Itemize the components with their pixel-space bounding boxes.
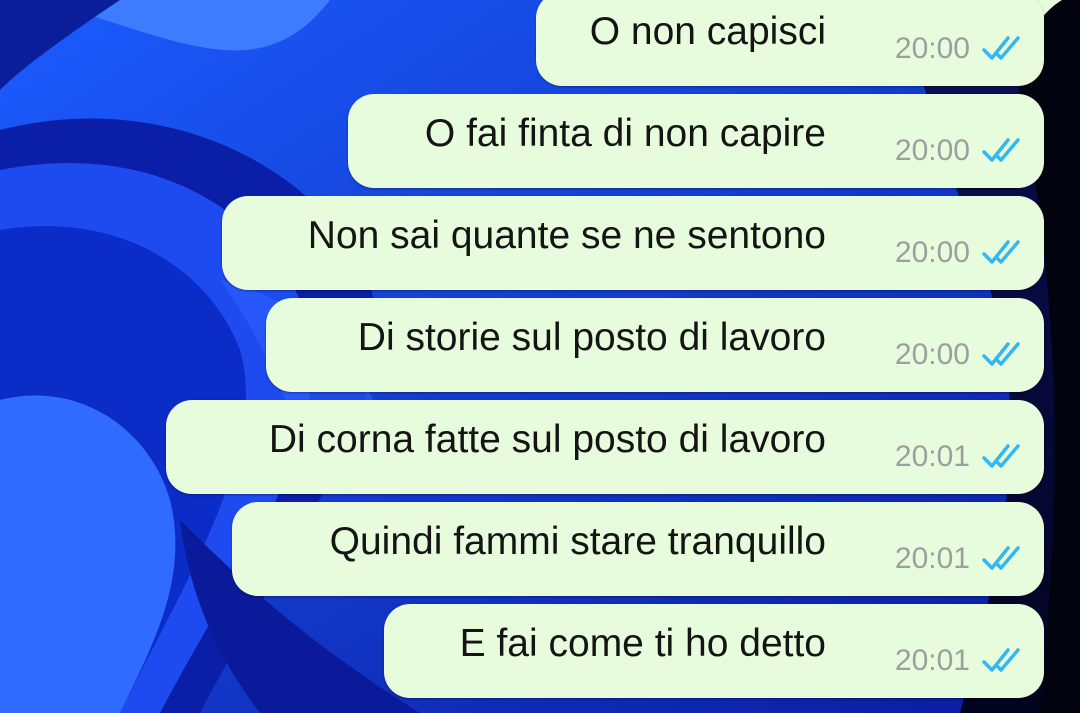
message-bubble[interactable]: Quindi fammi stare tranquillo 20:01 [232, 502, 1044, 596]
message-time: 20:00 [894, 134, 970, 167]
message-bubble[interactable]: Di corna fatte sul posto di lavoro 20:01 [166, 400, 1044, 494]
chat-list[interactable]: O non capisci 20:00 O fai finta di non c… [0, 0, 1080, 713]
message-bubble[interactable]: Non sai quante se ne sentono 20:00 [222, 196, 1044, 290]
message-text: Quindi fammi stare tranquillo [329, 520, 826, 563]
message-time: 20:00 [894, 236, 970, 269]
double-check-icon [982, 444, 1020, 468]
message-time: 20:01 [894, 440, 970, 473]
double-check-icon [982, 342, 1020, 366]
message-text: Di corna fatte sul posto di lavoro [268, 418, 826, 461]
message-time: 20:00 [894, 338, 970, 371]
message-bubble[interactable]: O non capisci 20:00 [536, 0, 1044, 86]
message-bubble[interactable]: O fai finta di non capire 20:00 [348, 94, 1044, 188]
double-check-icon [982, 546, 1020, 570]
message-text: O non capisci [589, 10, 826, 53]
message-text: E fai come ti ho detto [459, 622, 826, 665]
message-bubble[interactable]: E fai come ti ho detto 20:01 [384, 604, 1044, 698]
double-check-icon [982, 138, 1020, 162]
message-time: 20:00 [894, 32, 970, 65]
message-bubble[interactable]: Di storie sul posto di lavoro 20:00 [266, 298, 1044, 392]
message-text: Di storie sul posto di lavoro [357, 316, 826, 359]
message-time: 20:01 [894, 644, 970, 677]
double-check-icon [982, 648, 1020, 672]
double-check-icon [982, 36, 1020, 60]
double-check-icon [982, 240, 1020, 264]
message-text: O fai finta di non capire [424, 112, 826, 155]
message-time: 20:01 [894, 542, 970, 575]
message-text: Non sai quante se ne sentono [307, 214, 826, 257]
